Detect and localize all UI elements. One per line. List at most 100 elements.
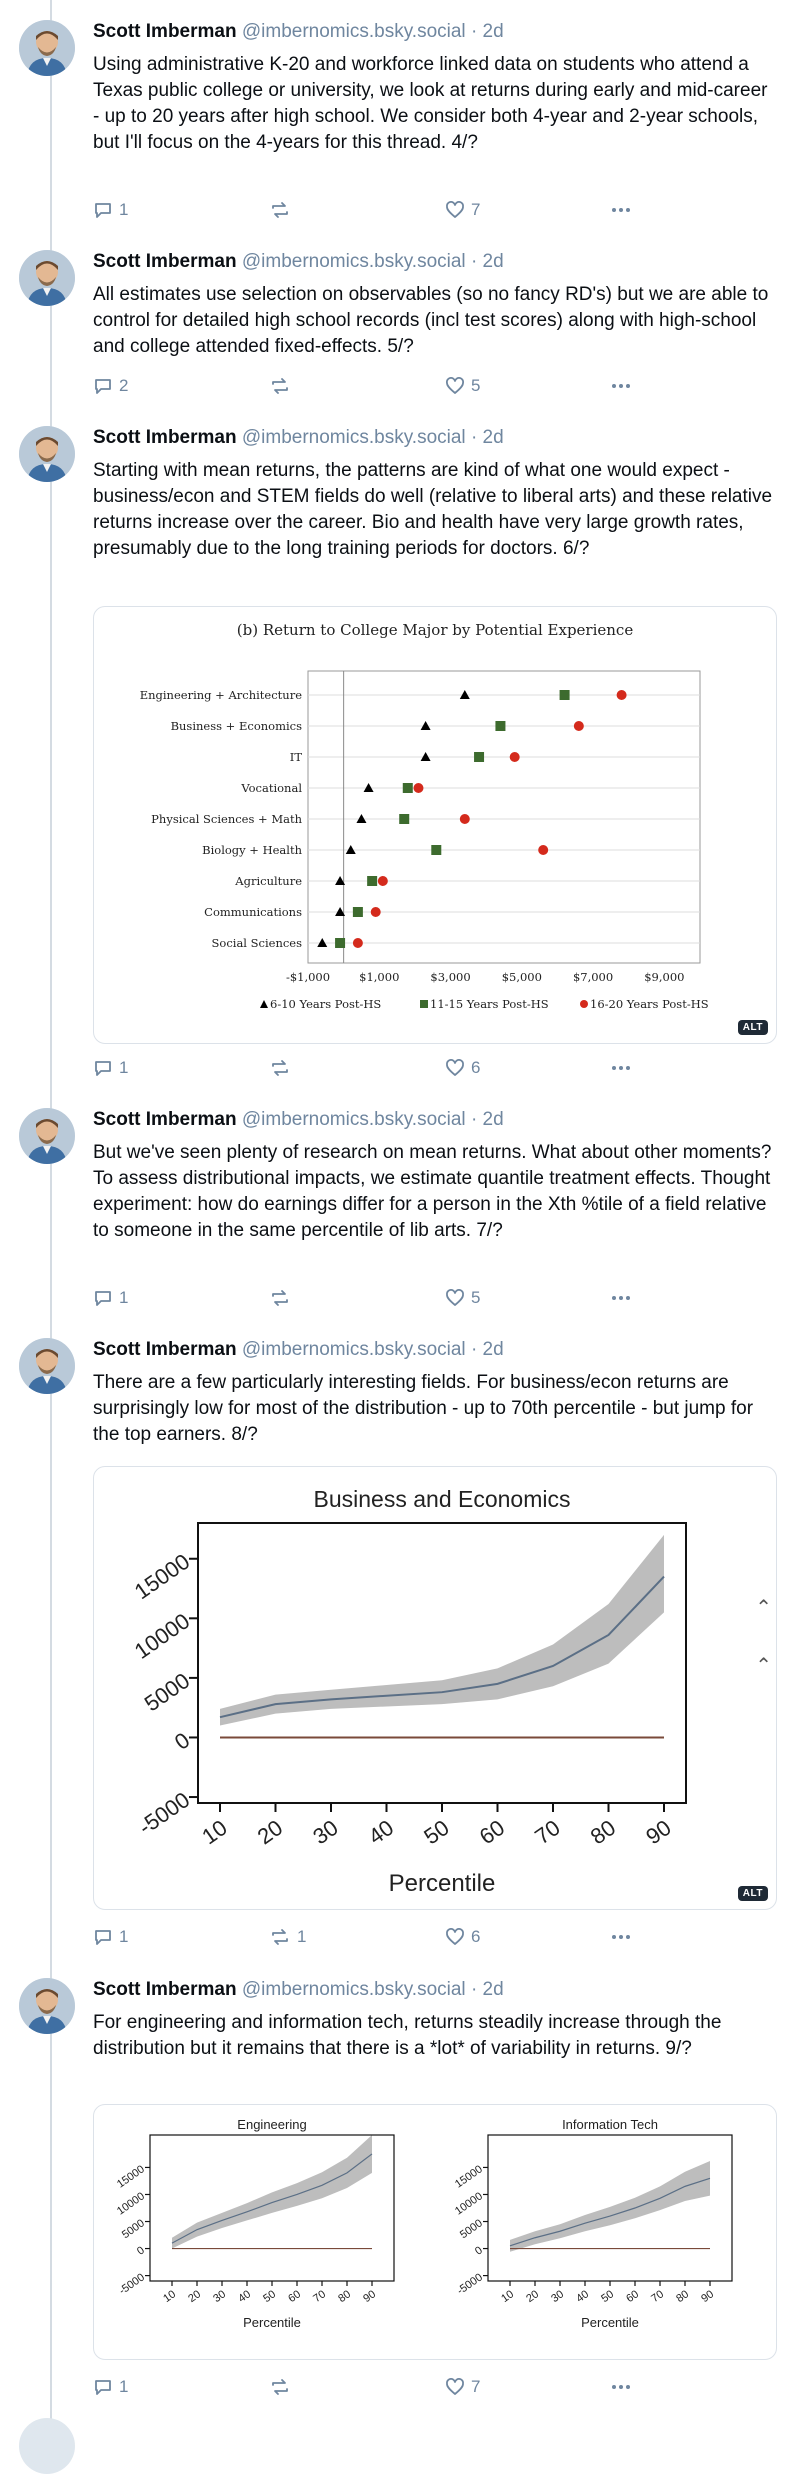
reply-button[interactable]: 1 [93, 1286, 128, 1310]
post-time[interactable]: 2d [483, 21, 504, 42]
x-tick-label: 40 [574, 2288, 591, 2305]
repost-button[interactable] [269, 1056, 297, 1080]
separator: · [470, 1979, 478, 2000]
more-options-button[interactable] [609, 374, 633, 398]
more-dots-icon [612, 1066, 630, 1070]
category-label: Physical Sciences + Math [151, 812, 302, 826]
like-count: 5 [471, 1288, 481, 1307]
separator: · [470, 21, 478, 42]
more-options-button[interactable] [609, 2375, 633, 2399]
author-name[interactable]: Scott Imberman [93, 427, 237, 448]
author-name[interactable]: Scott Imberman [93, 251, 237, 272]
more-options-button[interactable] [609, 198, 633, 222]
post-time[interactable]: 2d [483, 1979, 504, 2000]
author-name[interactable]: Scott Imberman [93, 1109, 237, 1130]
legend-marker [580, 1000, 588, 1008]
repost-button[interactable] [269, 374, 297, 398]
heart-icon [446, 201, 464, 218]
image-embed[interactable]: (b) Return to College Major by Potential… [93, 606, 777, 1044]
y-tick-label: 5000 [140, 1668, 194, 1717]
reply-button[interactable]: 1 [93, 1056, 128, 1080]
category-label: Biology + Health [202, 843, 302, 857]
more-options-button[interactable] [609, 1286, 633, 1310]
avatar[interactable] [19, 2418, 75, 2474]
post-actions: 1 1 6 [93, 1925, 693, 1949]
x-tick-label: 90 [641, 1815, 675, 1850]
avatar[interactable] [19, 250, 75, 306]
avatar[interactable] [19, 1338, 75, 1394]
repost-count: 1 [297, 1927, 307, 1946]
more-options-button[interactable] [609, 1925, 633, 1949]
reply-button[interactable]: 1 [93, 198, 128, 222]
like-button[interactable]: 7 [445, 2375, 480, 2399]
post-time[interactable]: 2d [483, 1109, 504, 1130]
legend-label: 6-10 Years Post-HS [270, 997, 381, 1011]
reply-button[interactable]: 1 [93, 2375, 128, 2399]
category-label: Vocational [240, 781, 302, 795]
author-name[interactable]: Scott Imberman [93, 1339, 237, 1360]
like-button[interactable]: 6 [445, 1925, 480, 1949]
y-tick-label: 0 [473, 2244, 485, 2257]
repost-icon [272, 202, 288, 218]
avatar[interactable] [19, 1978, 75, 2034]
post-actions: 1 5 [93, 1286, 693, 1310]
x-tick-label: 20 [524, 2288, 541, 2305]
chart-title: Information Tech [562, 2117, 658, 2132]
x-tick-label: 30 [549, 2288, 566, 2305]
avatar[interactable] [19, 20, 75, 76]
author-handle[interactable]: @imbernomics.bsky.social [242, 1979, 466, 2000]
author-handle[interactable]: @imbernomics.bsky.social [242, 21, 466, 42]
plot-frame [197, 1522, 687, 1804]
avatar[interactable] [19, 426, 75, 482]
repost-button[interactable]: 1 [269, 1925, 306, 1949]
repost-button[interactable] [269, 198, 297, 222]
like-count: 6 [471, 1927, 481, 1946]
post-time[interactable]: 2d [483, 427, 504, 448]
alt-badge[interactable]: ALT [737, 1020, 768, 1035]
repost-button[interactable] [269, 1286, 297, 1310]
author-handle[interactable]: @imbernomics.bsky.social [242, 427, 466, 448]
post-text: All estimates use selection on observabl… [93, 284, 769, 357]
like-count: 7 [471, 200, 481, 219]
more-dots-icon [612, 384, 630, 388]
author-handle[interactable]: @imbernomics.bsky.social [242, 251, 466, 272]
author-handle[interactable]: @imbernomics.bsky.social [242, 1109, 466, 1130]
image-embed[interactable]: Engineering -5000 0 5000 10000 15000 10 20 30 40 5… [93, 2104, 777, 2360]
avatar[interactable] [19, 1108, 75, 1164]
like-button[interactable]: 7 [445, 198, 480, 222]
like-button[interactable]: 5 [445, 1286, 480, 1310]
like-button[interactable]: 6 [445, 1056, 480, 1080]
y-tick-label: 5000 [458, 2217, 485, 2241]
chart-title: Business and Economics [314, 1486, 571, 1512]
circle-marker [413, 783, 424, 793]
post-time[interactable]: 2d [483, 251, 504, 272]
x-tick-label: 50 [261, 2288, 278, 2305]
more-dots-icon [612, 208, 630, 212]
like-button[interactable]: 5 [445, 374, 480, 398]
x-tick-label: 60 [475, 1815, 509, 1850]
y-tick-label: 15000 [115, 2163, 147, 2190]
author-name[interactable]: Scott Imberman [93, 1979, 237, 2000]
circle-marker [352, 938, 363, 948]
author-name[interactable]: Scott Imberman [93, 21, 237, 42]
heart-icon [446, 1928, 464, 1945]
reply-icon [95, 1930, 111, 1945]
confidence-band [510, 2160, 710, 2252]
x-tick-label: 60 [624, 2288, 641, 2305]
heart-icon [446, 1289, 464, 1306]
reply-button[interactable]: 1 [93, 1925, 128, 1949]
business-quantile-chart: Business and Economics -5000 0 500010000150… [130, 1486, 687, 1897]
alt-badge[interactable]: ALT [737, 1886, 768, 1901]
x-tick-label: 30 [308, 1815, 342, 1850]
post-time[interactable]: 2d [483, 1339, 504, 1360]
square-marker [495, 721, 506, 731]
y-tick-label: 15000 [453, 2163, 485, 2190]
author-handle[interactable]: @imbernomics.bsky.social [242, 1339, 466, 1360]
category-label: Engineering + Architecture [140, 688, 302, 702]
reply-button[interactable]: 2 [93, 374, 128, 398]
repost-button[interactable] [269, 2375, 297, 2399]
chevron-up-icon: ⌃ [755, 1655, 772, 1677]
more-options-button[interactable] [609, 1056, 633, 1080]
image-embed[interactable]: Business and Economics -5000 0 5000 10000 150… [93, 1466, 777, 1910]
more-dots-icon [612, 1296, 630, 1300]
